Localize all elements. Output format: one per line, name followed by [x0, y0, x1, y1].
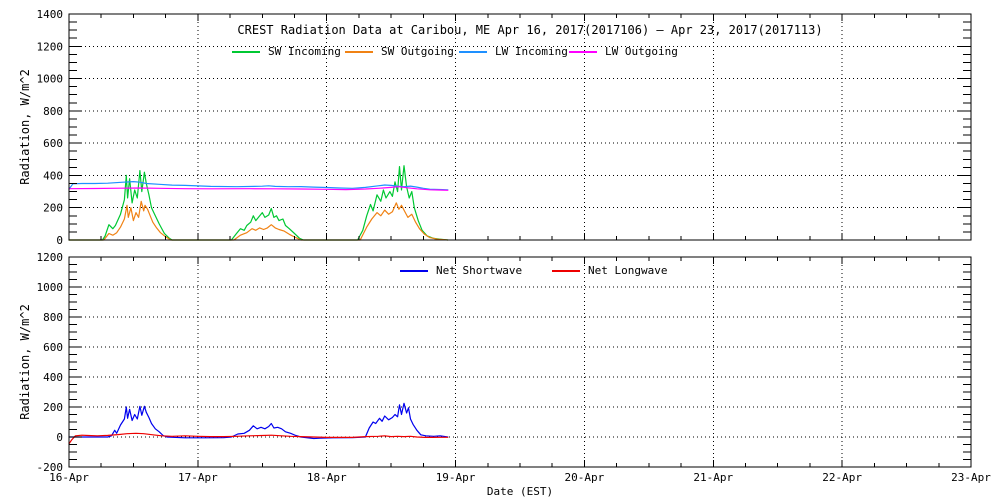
bottom-y-tick-label: 200: [43, 401, 63, 414]
bottom-plot-frame: [68, 256, 972, 468]
bottom-y-tick-label: 800: [43, 311, 63, 324]
radiation-chart: 0 200 400 600 800 1000 1200 1400 -200 0 200 400 600 8…: [0, 0, 1000, 500]
top-y-tick-label: 200: [43, 202, 63, 215]
x-tick-label: 23-Apr: [951, 471, 991, 484]
bottom-y-tick-label: 1000: [37, 281, 64, 294]
bottom-y-tick-label: 600: [43, 341, 63, 354]
lw-outgoing-legend-line-icon: [569, 50, 597, 53]
top-y-tick-label: 1200: [37, 40, 64, 53]
x-tick-label: 22-Apr: [822, 471, 862, 484]
x-axis-label: Date (EST): [486, 485, 554, 498]
top-y-tick-label: 1400: [37, 8, 64, 21]
legend-item-net-longwave: Net Longwave: [552, 264, 667, 277]
net-shortwave-legend-label: Net Shortwave: [436, 264, 523, 277]
bottom-y-axis-label: Radiation, W/m^2: [18, 304, 32, 420]
sw-incoming-legend-line-icon: [232, 50, 260, 53]
bottom-y-tick-label: 1200: [37, 251, 64, 264]
net-longwave-legend-label: Net Longwave: [588, 264, 668, 277]
sw-outgoing-legend-line-icon: [345, 50, 373, 53]
series-line-net-longwave: [68, 432, 449, 445]
top-y-axis-label: Radiation, W/m^2: [18, 69, 32, 185]
x-tick-label: 16-Apr: [49, 471, 89, 484]
x-tick-label: 19-Apr: [436, 471, 476, 484]
lw-incoming-legend-line-icon: [459, 50, 487, 53]
net-shortwave-legend-line-icon: [400, 269, 428, 272]
top-y-tick-label: 800: [43, 105, 63, 118]
sw-outgoing-legend-label: SW Outgoing: [381, 45, 454, 58]
lw-outgoing-legend-label: LW Outgoing: [605, 45, 678, 58]
top-y-tick-label: 0: [56, 234, 63, 247]
top-y-tick-label: 400: [43, 169, 63, 182]
bottom-y-tick-label: 400: [43, 371, 63, 384]
x-tick-label: 20-Apr: [565, 471, 605, 484]
bottom-y-tick-label: 0: [56, 431, 63, 444]
legend-item-lw-outgoing: LW Outgoing: [569, 45, 678, 58]
legend-item-sw-incoming: SW Incoming: [232, 45, 341, 58]
top-y-tick-label: 600: [43, 137, 63, 150]
x-tick-label: 18-Apr: [307, 471, 347, 484]
plot-svg: 0200400600800100012001400-20002004006008…: [37, 8, 992, 484]
legend-item-sw-outgoing: SW Outgoing: [345, 45, 454, 58]
series-line-sw-outgoing: [68, 200, 449, 241]
top-y-tick-label: 1000: [37, 73, 64, 86]
net-longwave-legend-line-icon: [552, 269, 580, 272]
lw-incoming-legend-label: LW Incoming: [495, 45, 568, 58]
x-tick-label: 17-Apr: [178, 471, 218, 484]
sw-incoming-legend-label: SW Incoming: [268, 45, 341, 58]
legend-item-lw-incoming: LW Incoming: [459, 45, 568, 58]
x-tick-label: 21-Apr: [693, 471, 733, 484]
chart-title: CREST Radiation Data at Caribou, ME Apr …: [237, 23, 823, 37]
legend-item-net-shortwave: Net Shortwave: [400, 264, 522, 277]
